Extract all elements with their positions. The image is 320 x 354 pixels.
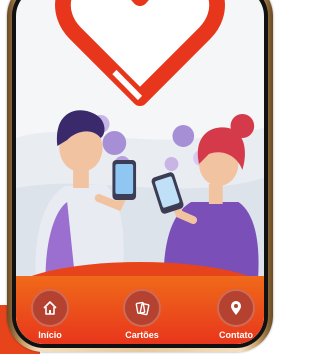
- heart-logo: [55, 0, 225, 106]
- nav-label-inicio: Início: [38, 330, 62, 340]
- nav-label-contato: Contato: [219, 330, 253, 340]
- bottom-nav: Início Cartões Contato: [16, 276, 264, 344]
- location-pin-icon: [231, 301, 241, 315]
- home-icon: [43, 301, 57, 315]
- app-screen: Início Cartões Contato: [16, 0, 264, 344]
- nav-circle-cartoes: [123, 289, 161, 327]
- nav-item-cartoes[interactable]: Cartões: [112, 289, 172, 340]
- nav-circle-contato: [217, 289, 255, 327]
- nav-item-inicio[interactable]: Início: [20, 289, 80, 340]
- nav-label-cartoes: Cartões: [125, 330, 159, 340]
- cards-icon: [135, 301, 150, 316]
- phone-bezel: Início Cartões Contato: [12, 0, 268, 348]
- nav-circle-inicio: [31, 289, 69, 327]
- phone-frame: Início Cartões Contato: [7, 0, 273, 352]
- nav-item-contato[interactable]: Contato: [206, 289, 264, 340]
